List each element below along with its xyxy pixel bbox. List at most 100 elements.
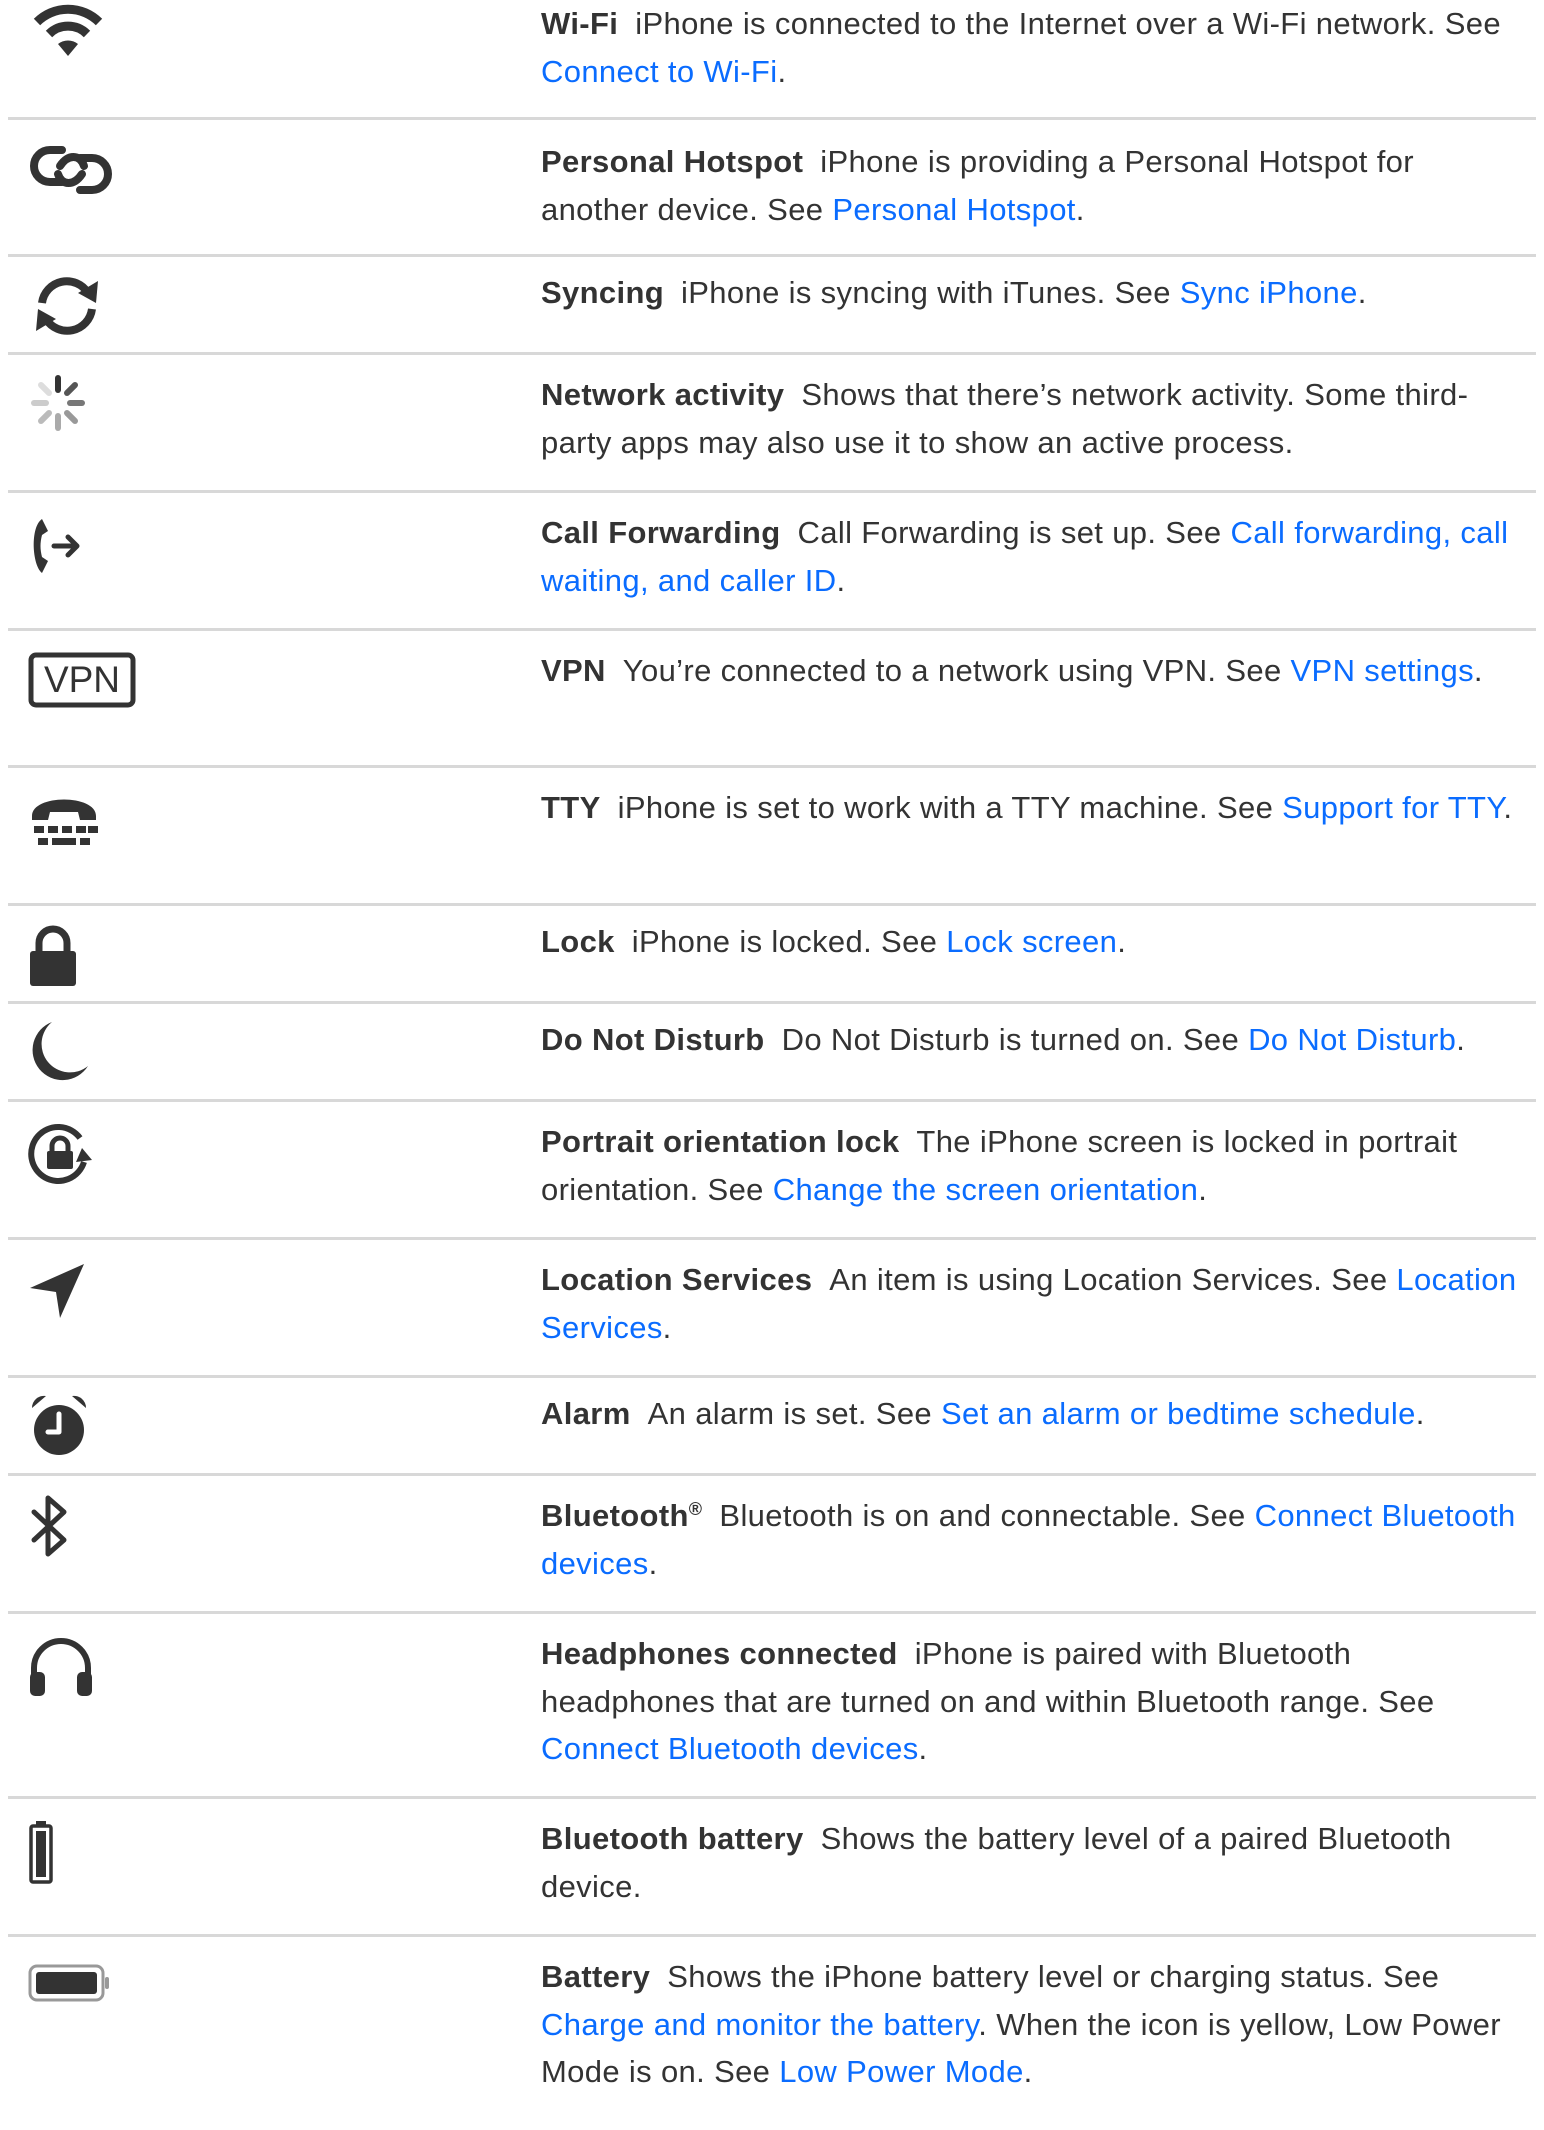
table-row: Bluetooth® Bluetooth is on and connectabl…	[8, 1476, 1536, 1614]
table-row: TTY iPhone is set to work with a TTY mach…	[8, 768, 1536, 906]
table-row: Wi-Fi iPhone is connected to the Internet…	[8, 0, 1536, 120]
do-not-disturb-moon-icon	[28, 1018, 148, 1098]
table-row: Syncing iPhone is syncing with iTunes. Se…	[8, 257, 1536, 355]
network-activity-icon	[28, 373, 148, 453]
item-punct: .	[1357, 275, 1367, 310]
row-description: Alarm An alarm is set. See Set an alarm o…	[541, 1390, 1526, 1438]
item-punct: .	[648, 1545, 658, 1581]
vpn-icon-label: VPN	[44, 659, 120, 700]
item-punct: .	[1117, 924, 1127, 959]
row-description: Wi-Fi iPhone is connected to the Internet…	[541, 0, 1526, 95]
item-desc: Call Forwarding is set up. See	[797, 515, 1231, 550]
item-title: Wi-Fi	[541, 6, 619, 41]
link-lock-screen[interactable]: Lock screen	[946, 924, 1117, 959]
table-row: Alarm An alarm is set. See Set an alarm o…	[8, 1378, 1536, 1476]
vpn-icon: VPN	[28, 651, 148, 731]
item-punct: .	[836, 562, 846, 598]
item-title: Location Services	[541, 1262, 813, 1297]
item-punct: .	[1198, 1171, 1208, 1207]
link-connect-bluetooth-headphones[interactable]: Connect Bluetooth devices	[541, 1731, 919, 1766]
item-title: Personal Hotspot	[541, 144, 804, 179]
item-title: TTY	[541, 790, 601, 825]
table-row: Lock iPhone is locked. See Lock screen.	[8, 906, 1536, 1004]
item-punct: .	[1415, 1396, 1425, 1431]
row-description: Syncing iPhone is syncing with iTunes. Se…	[541, 269, 1526, 317]
row-description: TTY iPhone is set to work with a TTY mach…	[541, 784, 1526, 832]
item-title: Headphones connected	[541, 1636, 898, 1671]
item-desc: iPhone is syncing with iTunes. See	[681, 275, 1180, 310]
row-description: Headphones connected iPhone is paired wit…	[541, 1630, 1526, 1773]
tty-icon	[28, 790, 148, 870]
table-row: Location Services An item is using Locati…	[8, 1240, 1536, 1378]
table-row: Network activity Shows that there’s netwo…	[8, 355, 1536, 493]
personal-hotspot-icon	[28, 140, 148, 220]
item-punct: .	[662, 1309, 672, 1345]
table-row: Headphones connected iPhone is paired wit…	[8, 1614, 1536, 1799]
alarm-clock-icon	[28, 1392, 148, 1472]
item-punct: .	[1503, 790, 1513, 825]
registered-mark: ®	[688, 1499, 703, 1519]
location-arrow-icon	[28, 1262, 148, 1342]
item-desc: An alarm is set. See	[647, 1396, 941, 1431]
item-desc: iPhone is connected to the Internet over…	[635, 6, 1501, 41]
item-title: Alarm	[541, 1396, 631, 1431]
link-do-not-disturb[interactable]: Do Not Disturb	[1248, 1022, 1456, 1057]
row-description: Personal Hotspot iPhone is providing a Pe…	[541, 138, 1526, 233]
item-punct: .	[1023, 2054, 1033, 2089]
item-desc: iPhone is locked. See	[631, 924, 947, 959]
table-row: VPN VPN You’re connected to a network usi…	[8, 631, 1536, 768]
row-description: Bluetooth battery Shows the battery level…	[541, 1815, 1526, 1910]
table-row: Battery Shows the iPhone battery level or…	[8, 1937, 1536, 2114]
item-punct: .	[777, 53, 787, 89]
bluetooth-battery-icon	[28, 1819, 148, 1899]
row-description: Do Not Disturb Do Not Disturb is turned o…	[541, 1016, 1526, 1064]
link-support-for-tty[interactable]: Support for TTY	[1282, 790, 1503, 825]
row-description: VPN You’re connected to a network using V…	[541, 647, 1526, 695]
table-row: Bluetooth battery Shows the battery level…	[8, 1799, 1536, 1937]
item-punct: .	[1456, 1022, 1466, 1057]
link-vpn-settings[interactable]: VPN settings	[1291, 653, 1474, 688]
item-desc: Shows the iPhone battery level or chargi…	[667, 1959, 1440, 1994]
item-desc: iPhone is set to work with a TTY machine…	[617, 790, 1283, 825]
row-description: Portrait orientation lock The iPhone scre…	[541, 1118, 1526, 1213]
wifi-icon	[28, 0, 148, 80]
item-title: Bluetooth	[541, 1498, 689, 1533]
table-row: Do Not Disturb Do Not Disturb is turned o…	[8, 1004, 1536, 1102]
item-title: Syncing	[541, 275, 665, 310]
bluetooth-icon	[28, 1494, 148, 1574]
row-description: Call Forwarding Call Forwarding is set up…	[541, 509, 1526, 604]
link-set-alarm[interactable]: Set an alarm or bedtime schedule	[941, 1396, 1416, 1431]
headphones-icon	[28, 1636, 148, 1716]
item-desc: You’re connected to a network using VPN.…	[622, 653, 1291, 688]
item-title: Call Forwarding	[541, 515, 781, 550]
item-title: Do Not Disturb	[541, 1022, 765, 1057]
table-row: Portrait orientation lock The iPhone scre…	[8, 1102, 1536, 1240]
row-description: Battery Shows the iPhone battery level or…	[541, 1953, 1526, 2096]
portrait-orientation-lock-icon	[28, 1122, 148, 1202]
link-low-power-mode[interactable]: Low Power Mode	[779, 2054, 1023, 2089]
link-change-screen-orientation[interactable]: Change the screen orientation	[773, 1172, 1199, 1207]
link-sync-iphone[interactable]: Sync iPhone	[1180, 275, 1358, 310]
item-title: Portrait orientation lock	[541, 1124, 900, 1159]
item-punct: .	[918, 1731, 928, 1766]
link-connect-wifi[interactable]: Connect to Wi-Fi	[541, 54, 777, 89]
status-icons-table: Wi-Fi iPhone is connected to the Internet…	[8, 0, 1536, 2114]
row-description: Network activity Shows that there’s netwo…	[541, 371, 1526, 466]
row-description: Location Services An item is using Locati…	[541, 1256, 1526, 1351]
item-punct: .	[1075, 191, 1085, 227]
link-personal-hotspot[interactable]: Personal Hotspot	[832, 192, 1075, 227]
link-charge-battery[interactable]: Charge and monitor the battery	[541, 2007, 978, 2042]
syncing-icon	[28, 273, 148, 353]
call-forwarding-icon	[28, 515, 148, 595]
item-title: Lock	[541, 924, 615, 959]
item-desc: Do Not Disturb is turned on. See	[781, 1022, 1249, 1057]
battery-icon	[28, 1963, 148, 2043]
table-row: Call Forwarding Call Forwarding is set up…	[8, 493, 1536, 631]
item-desc: Bluetooth is on and connectable. See	[719, 1498, 1255, 1533]
item-desc: An item is using Location Services. See	[829, 1262, 1397, 1297]
lock-icon	[28, 924, 148, 1004]
item-title: Battery	[541, 1959, 651, 1994]
row-description: Bluetooth® Bluetooth is on and connectabl…	[541, 1492, 1526, 1587]
row-description: Lock iPhone is locked. See Lock screen.	[541, 918, 1526, 966]
item-title: Network activity	[541, 377, 785, 412]
